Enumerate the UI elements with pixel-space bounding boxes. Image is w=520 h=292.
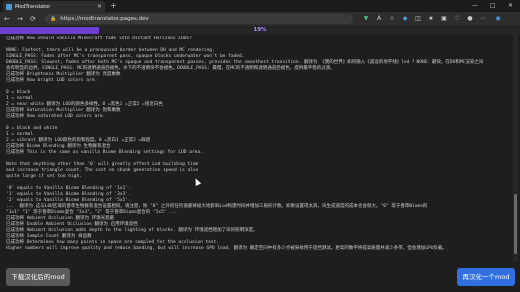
progress-label: 19% (253, 27, 267, 33)
minimize-button[interactable]: — (472, 1, 478, 11)
more-menu-icon[interactable]: ⋯ (479, 15, 487, 23)
download-translated-mod-button[interactable]: 下载汉化后的mod (6, 268, 70, 286)
copilot-icon[interactable]: ◉ (494, 15, 502, 23)
browser-toolbar: ← → ⟳ 🔒 https://modtranslator.pages.dev … (0, 12, 520, 26)
browser-titlebar: ModTranslator ✕ + — □ ✕ (0, 0, 520, 12)
browser-essentials-icon[interactable]: ♡ (453, 15, 461, 23)
tab-close-icon[interactable]: ✕ (97, 3, 102, 10)
back-button[interactable]: ← (4, 14, 10, 24)
favorite-icon[interactable]: ☆ (388, 15, 396, 23)
log-line: Higher numbers will improve quality and … (6, 246, 447, 251)
profile-icon[interactable]: ● (466, 15, 474, 23)
collections-icon[interactable]: ▣ (440, 15, 448, 23)
close-window-button[interactable]: ✕ (508, 1, 513, 11)
translation-log: 已成功将 How should vanilla Minecraft fade i… (6, 36, 510, 261)
tab-title: ModTranslator (15, 3, 51, 10)
footer: 下载汉化后的mod 再汉化一个mod (0, 262, 520, 292)
new-tab-button[interactable]: + (110, 1, 117, 11)
address-bar[interactable]: 🔒 https://modtranslator.pages.dev (45, 14, 353, 24)
reading-mode-icon[interactable]: A (375, 15, 383, 23)
lock-icon: 🔒 (50, 16, 57, 22)
scrollbar[interactable] (513, 34, 518, 262)
maximize-button[interactable]: □ (490, 1, 496, 11)
browser-tab[interactable]: ModTranslator ✕ (3, 1, 105, 12)
reload-button[interactable]: ⟳ (30, 14, 36, 24)
translate-another-mod-button[interactable]: 再汉化一个mod (457, 268, 515, 286)
translation-progress: 19% (0, 27, 520, 34)
forward-button[interactable]: → (17, 14, 23, 24)
favicon-icon (6, 3, 12, 10)
url-text: https://modtranslator.pages.dev (60, 16, 149, 22)
extension-icon-2[interactable]: ◆ (401, 15, 409, 23)
extension-icon[interactable]: ▼ (362, 15, 370, 23)
split-screen-icon[interactable]: ◫ (414, 15, 422, 23)
scrollbar-thumb[interactable] (514, 194, 517, 254)
favorites-bar-icon[interactable]: ★ (427, 15, 435, 23)
